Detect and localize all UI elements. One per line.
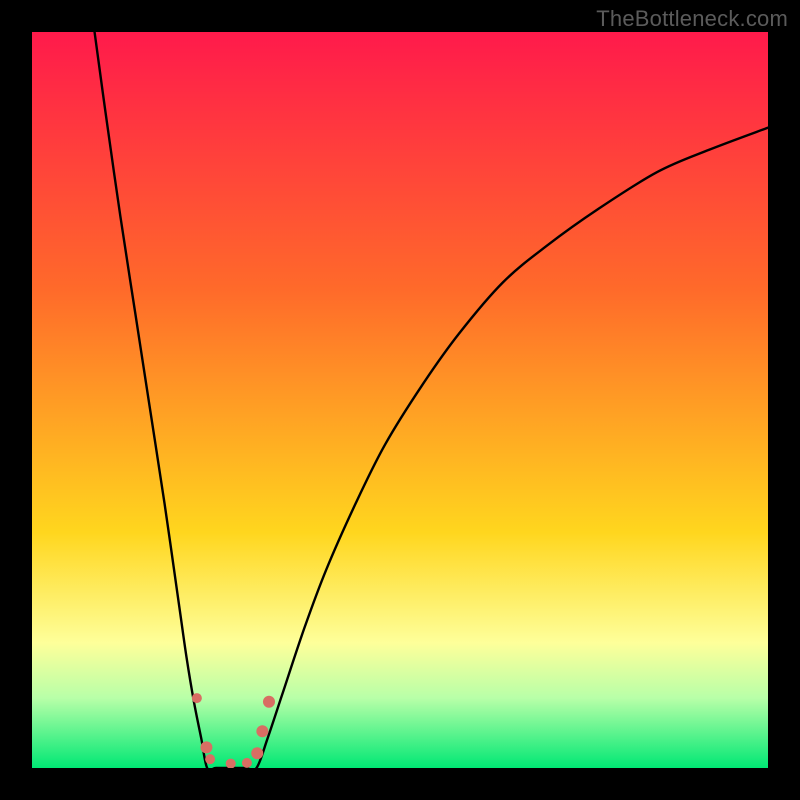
- chart-frame: TheBottleneck.com: [0, 0, 800, 800]
- watermark-text: TheBottleneck.com: [596, 6, 788, 32]
- data-marker: [256, 725, 268, 737]
- data-marker: [226, 759, 236, 768]
- data-marker: [263, 696, 275, 708]
- data-marker: [192, 693, 202, 703]
- data-marker: [205, 754, 215, 764]
- data-marker: [200, 741, 212, 753]
- data-marker: [242, 758, 252, 768]
- bottleneck-curve: [32, 32, 768, 768]
- data-marker: [251, 747, 263, 759]
- plot-area: [32, 32, 768, 768]
